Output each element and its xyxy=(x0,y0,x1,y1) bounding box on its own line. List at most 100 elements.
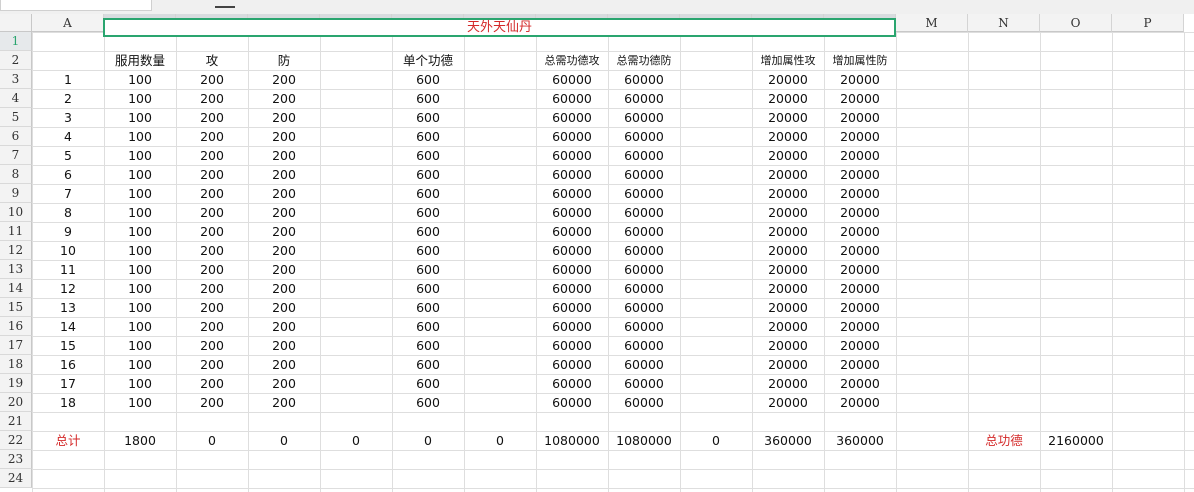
cell-L12[interactable]: 20000 xyxy=(824,241,896,260)
cell-C5[interactable]: 200 xyxy=(176,108,248,127)
cell-F3[interactable]: 600 xyxy=(392,70,464,89)
cell-A18[interactable]: 16 xyxy=(32,355,104,374)
cell-F9[interactable]: 600 xyxy=(392,184,464,203)
cell-B2[interactable]: 服用数量 xyxy=(104,51,176,70)
cell-B19[interactable]: 100 xyxy=(104,374,176,393)
cell-H14[interactable]: 60000 xyxy=(536,279,608,298)
column-header-M[interactable]: M xyxy=(896,14,968,32)
cell-K16[interactable]: 20000 xyxy=(752,317,824,336)
cell-K15[interactable]: 20000 xyxy=(752,298,824,317)
row-header-3[interactable]: 3 xyxy=(0,70,32,89)
cell-C17[interactable]: 200 xyxy=(176,336,248,355)
merged-title-cell[interactable]: 天外天仙丹 xyxy=(103,18,896,37)
cell-B22[interactable]: 1800 xyxy=(104,431,176,450)
cell-L19[interactable]: 20000 xyxy=(824,374,896,393)
cell-D5[interactable]: 200 xyxy=(248,108,320,127)
cell-I14[interactable]: 60000 xyxy=(608,279,680,298)
cell-B6[interactable]: 100 xyxy=(104,127,176,146)
cell-L18[interactable]: 20000 xyxy=(824,355,896,374)
cell-K9[interactable]: 20000 xyxy=(752,184,824,203)
cell-I3[interactable]: 60000 xyxy=(608,70,680,89)
column-header-A[interactable]: A xyxy=(32,14,104,32)
cell-H10[interactable]: 60000 xyxy=(536,203,608,222)
cell-L14[interactable]: 20000 xyxy=(824,279,896,298)
cell-K12[interactable]: 20000 xyxy=(752,241,824,260)
cell-D2[interactable]: 防 xyxy=(248,51,320,70)
cell-C4[interactable]: 200 xyxy=(176,89,248,108)
cell-L17[interactable]: 20000 xyxy=(824,336,896,355)
cell-F2[interactable]: 单个功德 xyxy=(392,51,464,70)
cell-K3[interactable]: 20000 xyxy=(752,70,824,89)
cell-H4[interactable]: 60000 xyxy=(536,89,608,108)
cell-B15[interactable]: 100 xyxy=(104,298,176,317)
cell-J22[interactable]: 0 xyxy=(680,431,752,450)
cell-H6[interactable]: 60000 xyxy=(536,127,608,146)
cell-L15[interactable]: 20000 xyxy=(824,298,896,317)
row-header-5[interactable]: 5 xyxy=(0,108,32,127)
cell-F11[interactable]: 600 xyxy=(392,222,464,241)
cell-K10[interactable]: 20000 xyxy=(752,203,824,222)
cell-L13[interactable]: 20000 xyxy=(824,260,896,279)
row-header-17[interactable]: 17 xyxy=(0,336,32,355)
cell-H11[interactable]: 60000 xyxy=(536,222,608,241)
cell-F8[interactable]: 600 xyxy=(392,165,464,184)
cell-D13[interactable]: 200 xyxy=(248,260,320,279)
cell-I5[interactable]: 60000 xyxy=(608,108,680,127)
cell-B17[interactable]: 100 xyxy=(104,336,176,355)
cell-E22[interactable]: 0 xyxy=(320,431,392,450)
cell-C8[interactable]: 200 xyxy=(176,165,248,184)
row-header-6[interactable]: 6 xyxy=(0,127,32,146)
cell-C15[interactable]: 200 xyxy=(176,298,248,317)
row-header-13[interactable]: 13 xyxy=(0,260,32,279)
cell-A19[interactable]: 17 xyxy=(32,374,104,393)
row-header-7[interactable]: 7 xyxy=(0,146,32,165)
cell-D6[interactable]: 200 xyxy=(248,127,320,146)
cell-B13[interactable]: 100 xyxy=(104,260,176,279)
cell-H8[interactable]: 60000 xyxy=(536,165,608,184)
cell-I17[interactable]: 60000 xyxy=(608,336,680,355)
cell-A10[interactable]: 8 xyxy=(32,203,104,222)
cell-L16[interactable]: 20000 xyxy=(824,317,896,336)
cell-K5[interactable]: 20000 xyxy=(752,108,824,127)
cell-B10[interactable]: 100 xyxy=(104,203,176,222)
cell-D4[interactable]: 200 xyxy=(248,89,320,108)
select-all-corner[interactable] xyxy=(0,14,32,32)
cell-B18[interactable]: 100 xyxy=(104,355,176,374)
cell-A5[interactable]: 3 xyxy=(32,108,104,127)
cell-I16[interactable]: 60000 xyxy=(608,317,680,336)
cell-H2[interactable]: 总需功德攻 xyxy=(536,51,608,70)
cell-H5[interactable]: 60000 xyxy=(536,108,608,127)
cell-C10[interactable]: 200 xyxy=(176,203,248,222)
cell-K20[interactable]: 20000 xyxy=(752,393,824,412)
cell-A17[interactable]: 15 xyxy=(32,336,104,355)
cell-B20[interactable]: 100 xyxy=(104,393,176,412)
cell-L22[interactable]: 360000 xyxy=(824,431,896,450)
row-header-19[interactable]: 19 xyxy=(0,374,32,393)
cell-C12[interactable]: 200 xyxy=(176,241,248,260)
cell-D8[interactable]: 200 xyxy=(248,165,320,184)
cell-I2[interactable]: 总需功德防 xyxy=(608,51,680,70)
cell-D18[interactable]: 200 xyxy=(248,355,320,374)
cell-F22[interactable]: 0 xyxy=(392,431,464,450)
cell-B16[interactable]: 100 xyxy=(104,317,176,336)
cell-A20[interactable]: 18 xyxy=(32,393,104,412)
row-header-1[interactable]: 1 xyxy=(0,32,32,51)
cell-K19[interactable]: 20000 xyxy=(752,374,824,393)
cell-L5[interactable]: 20000 xyxy=(824,108,896,127)
cell-H16[interactable]: 60000 xyxy=(536,317,608,336)
cell-K8[interactable]: 20000 xyxy=(752,165,824,184)
cell-L10[interactable]: 20000 xyxy=(824,203,896,222)
row-header-23[interactable]: 23 xyxy=(0,450,32,469)
cell-B9[interactable]: 100 xyxy=(104,184,176,203)
cell-B8[interactable]: 100 xyxy=(104,165,176,184)
cell-I13[interactable]: 60000 xyxy=(608,260,680,279)
cell-L4[interactable]: 20000 xyxy=(824,89,896,108)
cell-C3[interactable]: 200 xyxy=(176,70,248,89)
cell-K18[interactable]: 20000 xyxy=(752,355,824,374)
cell-D22[interactable]: 0 xyxy=(248,431,320,450)
cell-F12[interactable]: 600 xyxy=(392,241,464,260)
cell-H17[interactable]: 60000 xyxy=(536,336,608,355)
cell-A22[interactable]: 总计 xyxy=(32,431,104,450)
cell-F14[interactable]: 600 xyxy=(392,279,464,298)
cell-H19[interactable]: 60000 xyxy=(536,374,608,393)
